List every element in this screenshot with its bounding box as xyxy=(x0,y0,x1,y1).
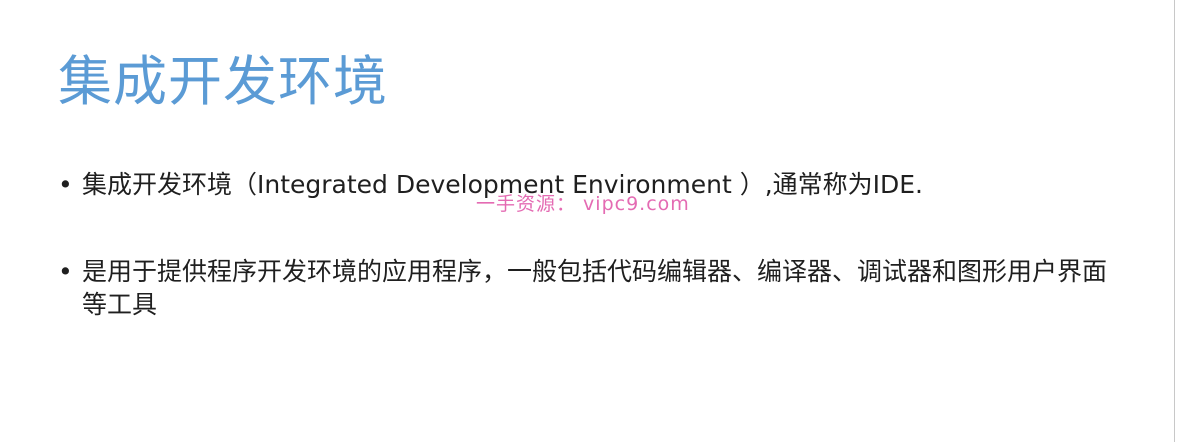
slide: 集成开发环境 • 集成开发环境（Integrated Development E… xyxy=(0,0,1185,442)
bullet-marker: • xyxy=(58,257,73,286)
slide-right-border xyxy=(1174,0,1175,442)
watermark: 一手资源： vipc9.com xyxy=(476,193,690,215)
slide-title: 集成开发环境 xyxy=(58,50,388,113)
bullet-marker: • xyxy=(58,170,73,199)
bullet-text: 是用于提供程序开发环境的应用程序，一般包括代码编辑器、编译器、调试器和图形用户界… xyxy=(82,257,1108,319)
bullet-list: • 集成开发环境（Integrated Development Environm… xyxy=(58,168,1118,321)
bullet-item-ide-description: • 是用于提供程序开发环境的应用程序，一般包括代码编辑器、编译器、调试器和图形用… xyxy=(58,255,1118,321)
